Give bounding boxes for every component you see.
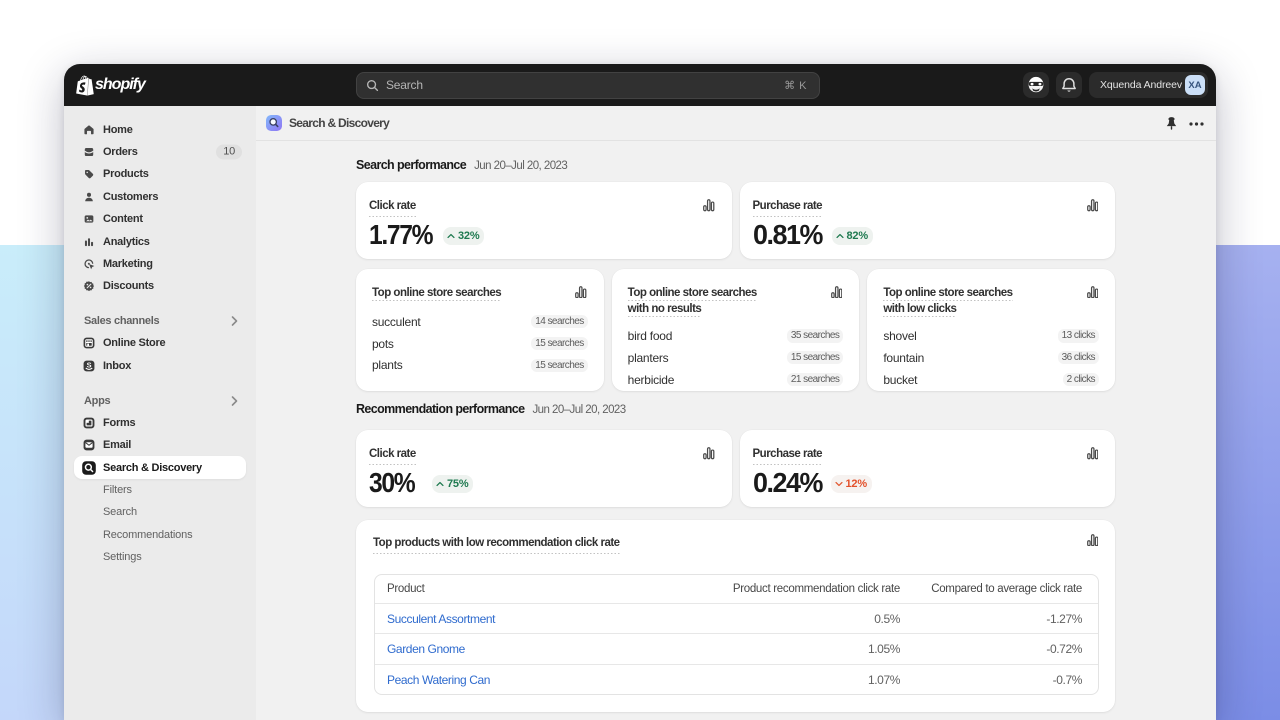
svg-text:S: S bbox=[87, 360, 92, 369]
